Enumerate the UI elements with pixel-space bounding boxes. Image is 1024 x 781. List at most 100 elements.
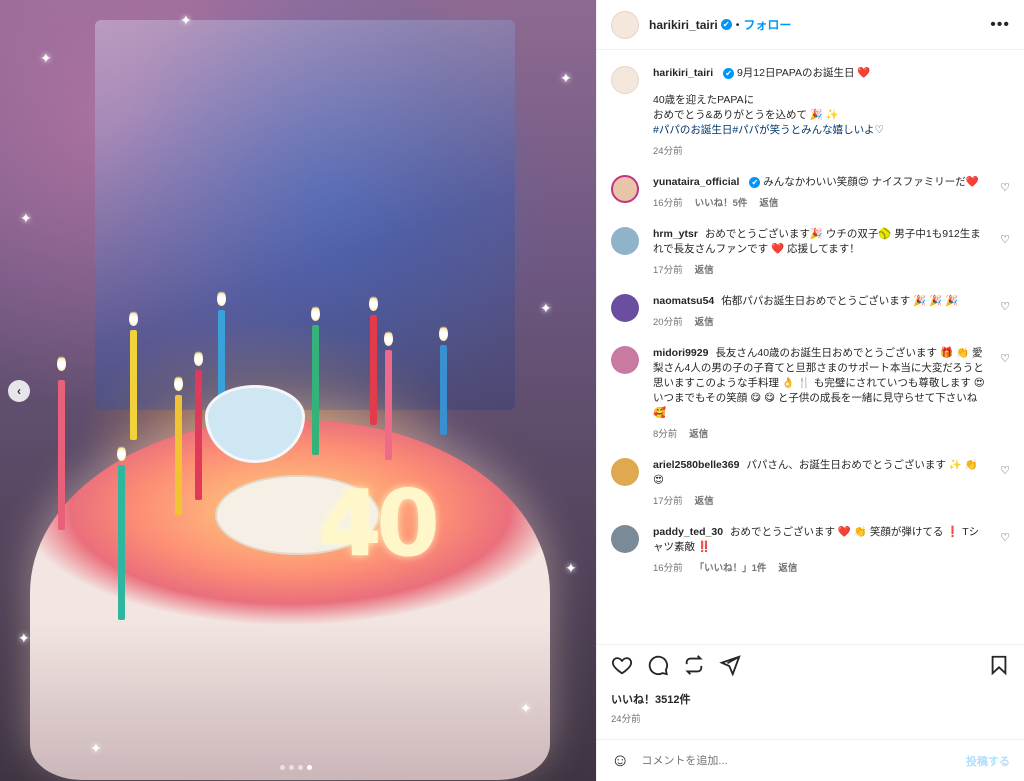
commenter-avatar[interactable] xyxy=(611,175,639,203)
comment-username[interactable]: naomatsu54 xyxy=(653,295,714,307)
verified-badge-icon: ✔ xyxy=(723,67,735,79)
heart-icon[interactable] xyxy=(611,654,633,682)
sparkle-icon: ✦ xyxy=(540,300,552,316)
comment-like-heart-icon[interactable]: ♡ xyxy=(1000,352,1010,365)
emoji-icon[interactable]: ☺ xyxy=(611,750,629,771)
candle-flame xyxy=(129,310,138,326)
carousel-previous-button[interactable]: ‹ xyxy=(8,380,30,402)
comment: yunataira_official ✔ みんなかわいい笑顔😍 ナイスファミリー… xyxy=(611,175,1010,211)
caption-text: 40歳を迎えたPAPAに xyxy=(653,94,755,106)
carousel-dot xyxy=(280,765,285,770)
caption-hashtags[interactable]: #パパのお誕生日#パパが笑うとみんな嬉しいよ♡ xyxy=(653,123,1010,138)
candle xyxy=(370,315,377,425)
add-comment-bar: ☺ 投稿する xyxy=(597,739,1024,781)
caption-username[interactable]: harikiri_tairi xyxy=(653,67,713,79)
candle xyxy=(385,350,392,460)
commenter-avatar[interactable] xyxy=(611,346,639,374)
commenter-avatar[interactable] xyxy=(611,458,639,486)
caption-time: 24分前 xyxy=(653,146,683,157)
like-count[interactable]: いいね！3512件 xyxy=(611,691,1010,707)
comment: paddy_ted_30 おめでとうございます ❤️ 👏 笑顔が弾けてる ❗ T… xyxy=(611,525,1010,576)
candle-flame xyxy=(174,375,183,391)
reply-button[interactable]: 返信 xyxy=(778,561,797,576)
candle xyxy=(440,345,447,435)
sparkle-icon: ✦ xyxy=(520,700,532,716)
separator: • xyxy=(735,18,740,31)
comment: naomatsu54 佑都パパお誕生日おめでとうございます 🎉 🎉 🎉 20分前… xyxy=(611,294,1010,330)
post-image[interactable]: 40 ✦ ✦ ✦ ✦ ✦ ✦ ✦ ✦ ✦ ‹ xyxy=(0,0,596,781)
reply-button[interactable]: 返信 xyxy=(689,427,708,442)
comment-time: 8分前 xyxy=(653,429,678,440)
caption-text: おめでとう&ありがとうを込めて 🎉 ✨ xyxy=(653,109,839,121)
reply-button[interactable]: 返信 xyxy=(695,494,714,509)
comment-username[interactable]: ariel2580belle369 xyxy=(653,459,739,471)
comment-username[interactable]: yunataira_official xyxy=(653,176,739,188)
candle xyxy=(312,325,319,455)
candle-flame xyxy=(439,325,448,341)
verified-badge-icon: ✔ xyxy=(720,19,732,30)
comment-username[interactable]: hrm_ytsr xyxy=(653,228,698,240)
carousel-indicator xyxy=(280,765,312,770)
comment-time: 17分前 xyxy=(653,265,683,276)
sparkle-icon: ✦ xyxy=(40,50,52,66)
candle-flame xyxy=(57,355,66,371)
candle-flame xyxy=(117,445,126,461)
comment-likes[interactable]: いいね！5件 xyxy=(695,196,748,211)
birthday-cake xyxy=(30,420,550,780)
comment-time: 16分前 xyxy=(653,198,683,209)
candle xyxy=(218,310,225,400)
follow-button[interactable]: フォロー xyxy=(743,16,791,33)
comment-likes[interactable]: 「いいね！」1件 xyxy=(695,561,767,576)
comment-icon[interactable] xyxy=(647,654,669,682)
post-actions: いいね！3512件 24分前 xyxy=(597,644,1024,725)
post-comment-button[interactable]: 投稿する xyxy=(966,753,1010,769)
carousel-dot-active xyxy=(307,765,312,770)
more-options-icon[interactable]: ••• xyxy=(990,16,1010,34)
commenter-avatar[interactable] xyxy=(611,227,639,255)
reply-button[interactable]: 返信 xyxy=(759,196,778,211)
caption: harikiri_tairi ✔ 9月12日PAPAのお誕生日 ❤️ 40歳を迎… xyxy=(611,66,1010,159)
sparkle-icon: ✦ xyxy=(20,210,32,226)
author-avatar[interactable] xyxy=(611,10,639,39)
comment: ariel2580belle369 パパさん、お誕生日おめでとうございます ✨ … xyxy=(611,458,1010,509)
reply-button[interactable]: 返信 xyxy=(695,263,714,278)
post-header: harikiri_tairi ✔ • フォロー ••• xyxy=(597,0,1024,50)
verified-badge-icon: ✔ xyxy=(749,176,761,188)
comment-time: 17分前 xyxy=(653,496,683,507)
candle-flame xyxy=(194,350,203,366)
commenter-avatar[interactable] xyxy=(611,525,639,553)
post-time: 24分前 xyxy=(611,714,641,725)
comment-input[interactable] xyxy=(641,754,966,767)
author-avatar[interactable] xyxy=(611,66,639,94)
candle xyxy=(195,370,202,500)
comment-like-heart-icon[interactable]: ♡ xyxy=(1000,300,1010,313)
comment-time: 16分前 xyxy=(653,563,683,574)
send-icon[interactable] xyxy=(719,654,741,682)
comment: hrm_ytsr おめでとうございます🎉 ウチの双子🥎 男子中1も912生まれで… xyxy=(611,227,1010,278)
commenter-avatar[interactable] xyxy=(611,294,639,322)
number-candle: 40 xyxy=(318,470,440,577)
sparkle-icon: ✦ xyxy=(180,12,192,28)
post-sidebar: harikiri_tairi ✔ • フォロー ••• harikiri_tai… xyxy=(596,0,1024,781)
candle xyxy=(58,380,65,530)
candle-flame xyxy=(311,305,320,321)
candle-flame xyxy=(217,290,226,306)
comment-username[interactable]: paddy_ted_30 xyxy=(653,526,723,538)
carousel-dot xyxy=(289,765,294,770)
chevron-left-icon: ‹ xyxy=(17,384,21,398)
candle xyxy=(118,465,125,620)
candle-flame xyxy=(384,330,393,346)
comment-like-heart-icon[interactable]: ♡ xyxy=(1000,464,1010,477)
comment-text: 佑都パパお誕生日おめでとうございます 🎉 🎉 🎉 xyxy=(721,295,959,307)
repost-icon[interactable] xyxy=(683,654,705,682)
post-dialog: 40 ✦ ✦ ✦ ✦ ✦ ✦ ✦ ✦ ✦ ‹ harikiri_tairi ✔ … xyxy=(0,0,1024,781)
comments-list[interactable]: harikiri_tairi ✔ 9月12日PAPAのお誕生日 ❤️ 40歳を迎… xyxy=(597,50,1024,644)
comment-like-heart-icon[interactable]: ♡ xyxy=(1000,233,1010,246)
bookmark-icon[interactable] xyxy=(988,654,1010,682)
comment-like-heart-icon[interactable]: ♡ xyxy=(1000,181,1010,194)
comment-like-heart-icon[interactable]: ♡ xyxy=(1000,531,1010,544)
author-username[interactable]: harikiri_tairi xyxy=(649,18,718,32)
comment-username[interactable]: midori9929 xyxy=(653,347,708,359)
comment: midori9929 長友さん40歳のお誕生日おめでとうございます 🎁 👏 愛梨… xyxy=(611,346,1010,442)
reply-button[interactable]: 返信 xyxy=(695,315,714,330)
